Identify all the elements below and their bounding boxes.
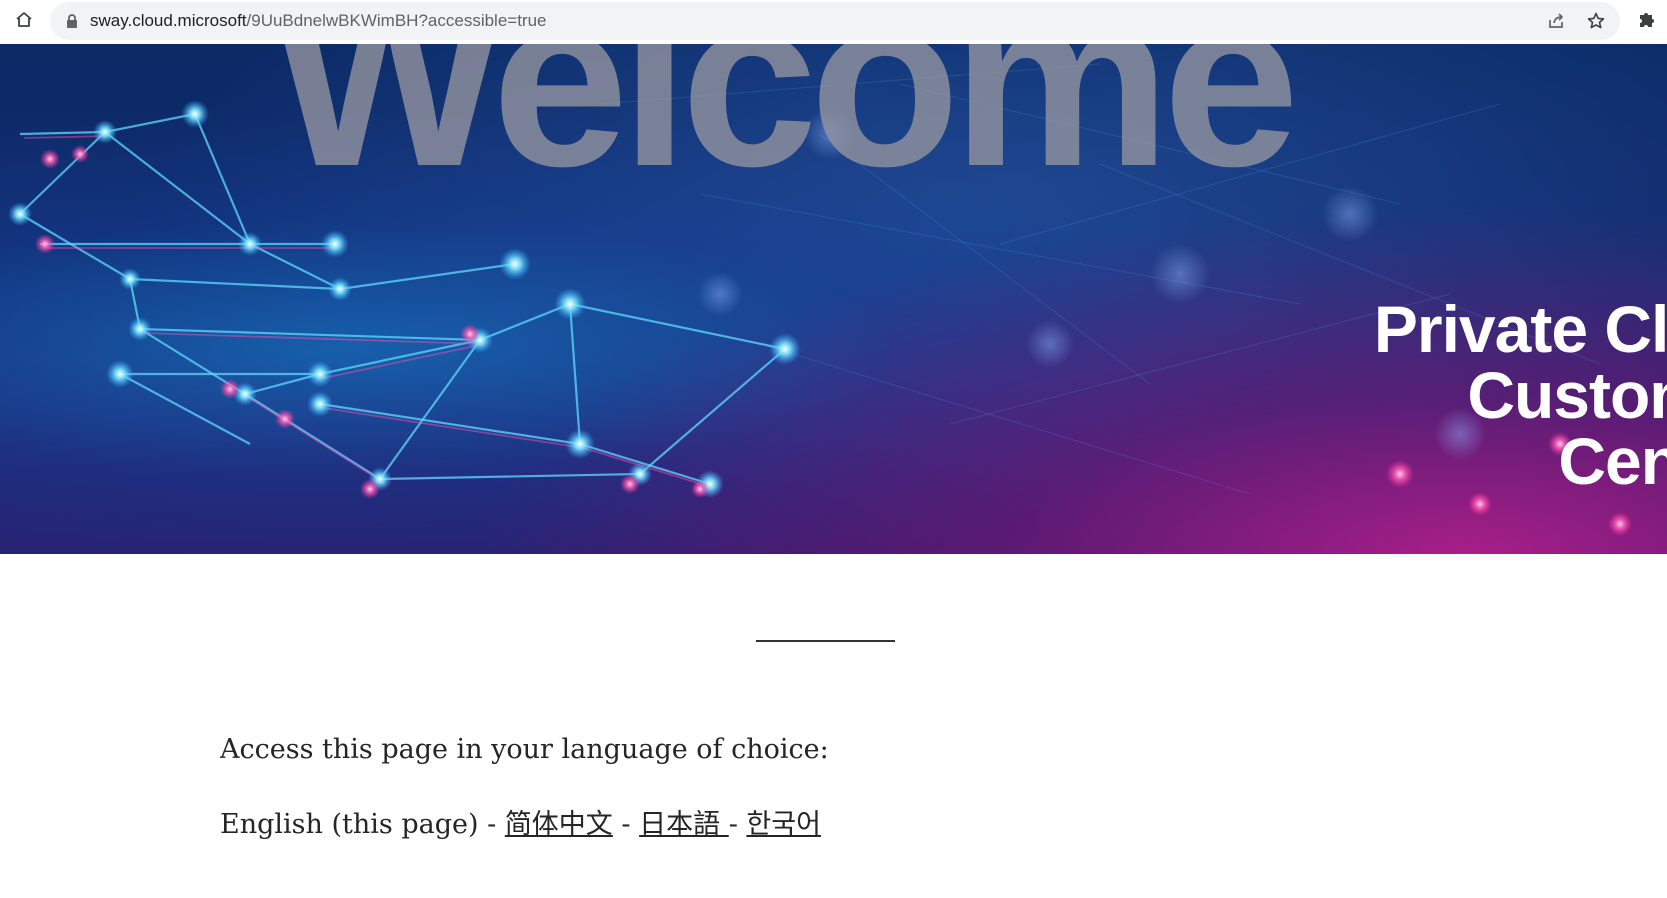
tagline-line-1: Private Clou <box>1373 292 1667 366</box>
extensions-button[interactable] <box>1636 10 1658 32</box>
language-separator: - <box>612 809 640 840</box>
puzzle-icon <box>1637 9 1657 33</box>
tagline-line-3: Cent <box>1558 424 1667 498</box>
language-selector: English (this page) - 简体中文 - 日本語 - 한국어 <box>220 802 821 841</box>
url-path: /9UuBdnelwBKWimBH?accessible=true <box>246 11 547 30</box>
home-button[interactable] <box>10 8 38 36</box>
language-separator: - <box>478 809 505 840</box>
star-icon[interactable] <box>1586 11 1606 31</box>
banner-tagline: Private Clou Custom Cent <box>1200 296 1667 494</box>
hero-banner: Welcome Private Clou Custom Cent <box>0 44 1667 554</box>
language-link-korean[interactable]: 한국어 <box>746 809 821 840</box>
lock-icon[interactable] <box>66 14 78 28</box>
section-divider <box>756 640 895 642</box>
language-link-japanese[interactable]: 日本語 <box>639 809 729 840</box>
address-bar-actions <box>1546 2 1606 40</box>
language-link-simplified-chinese[interactable]: 简体中文 <box>505 809 613 840</box>
language-separator: - <box>728 809 747 840</box>
share-icon[interactable] <box>1546 11 1566 31</box>
language-prompt: Access this page in your language of cho… <box>220 734 829 765</box>
welcome-heading: Welcome <box>272 44 1300 218</box>
tagline-line-2: Custom <box>1467 358 1667 432</box>
url-host: sway.cloud.microsoft <box>90 11 247 30</box>
current-language: English (this page) <box>220 809 479 840</box>
browser-toolbar: sway.cloud.microsoft /9UuBdnelwBKWimBH?a… <box>0 0 1667 44</box>
address-bar[interactable]: sway.cloud.microsoft /9UuBdnelwBKWimBH?a… <box>50 2 1620 40</box>
home-icon <box>14 10 34 34</box>
